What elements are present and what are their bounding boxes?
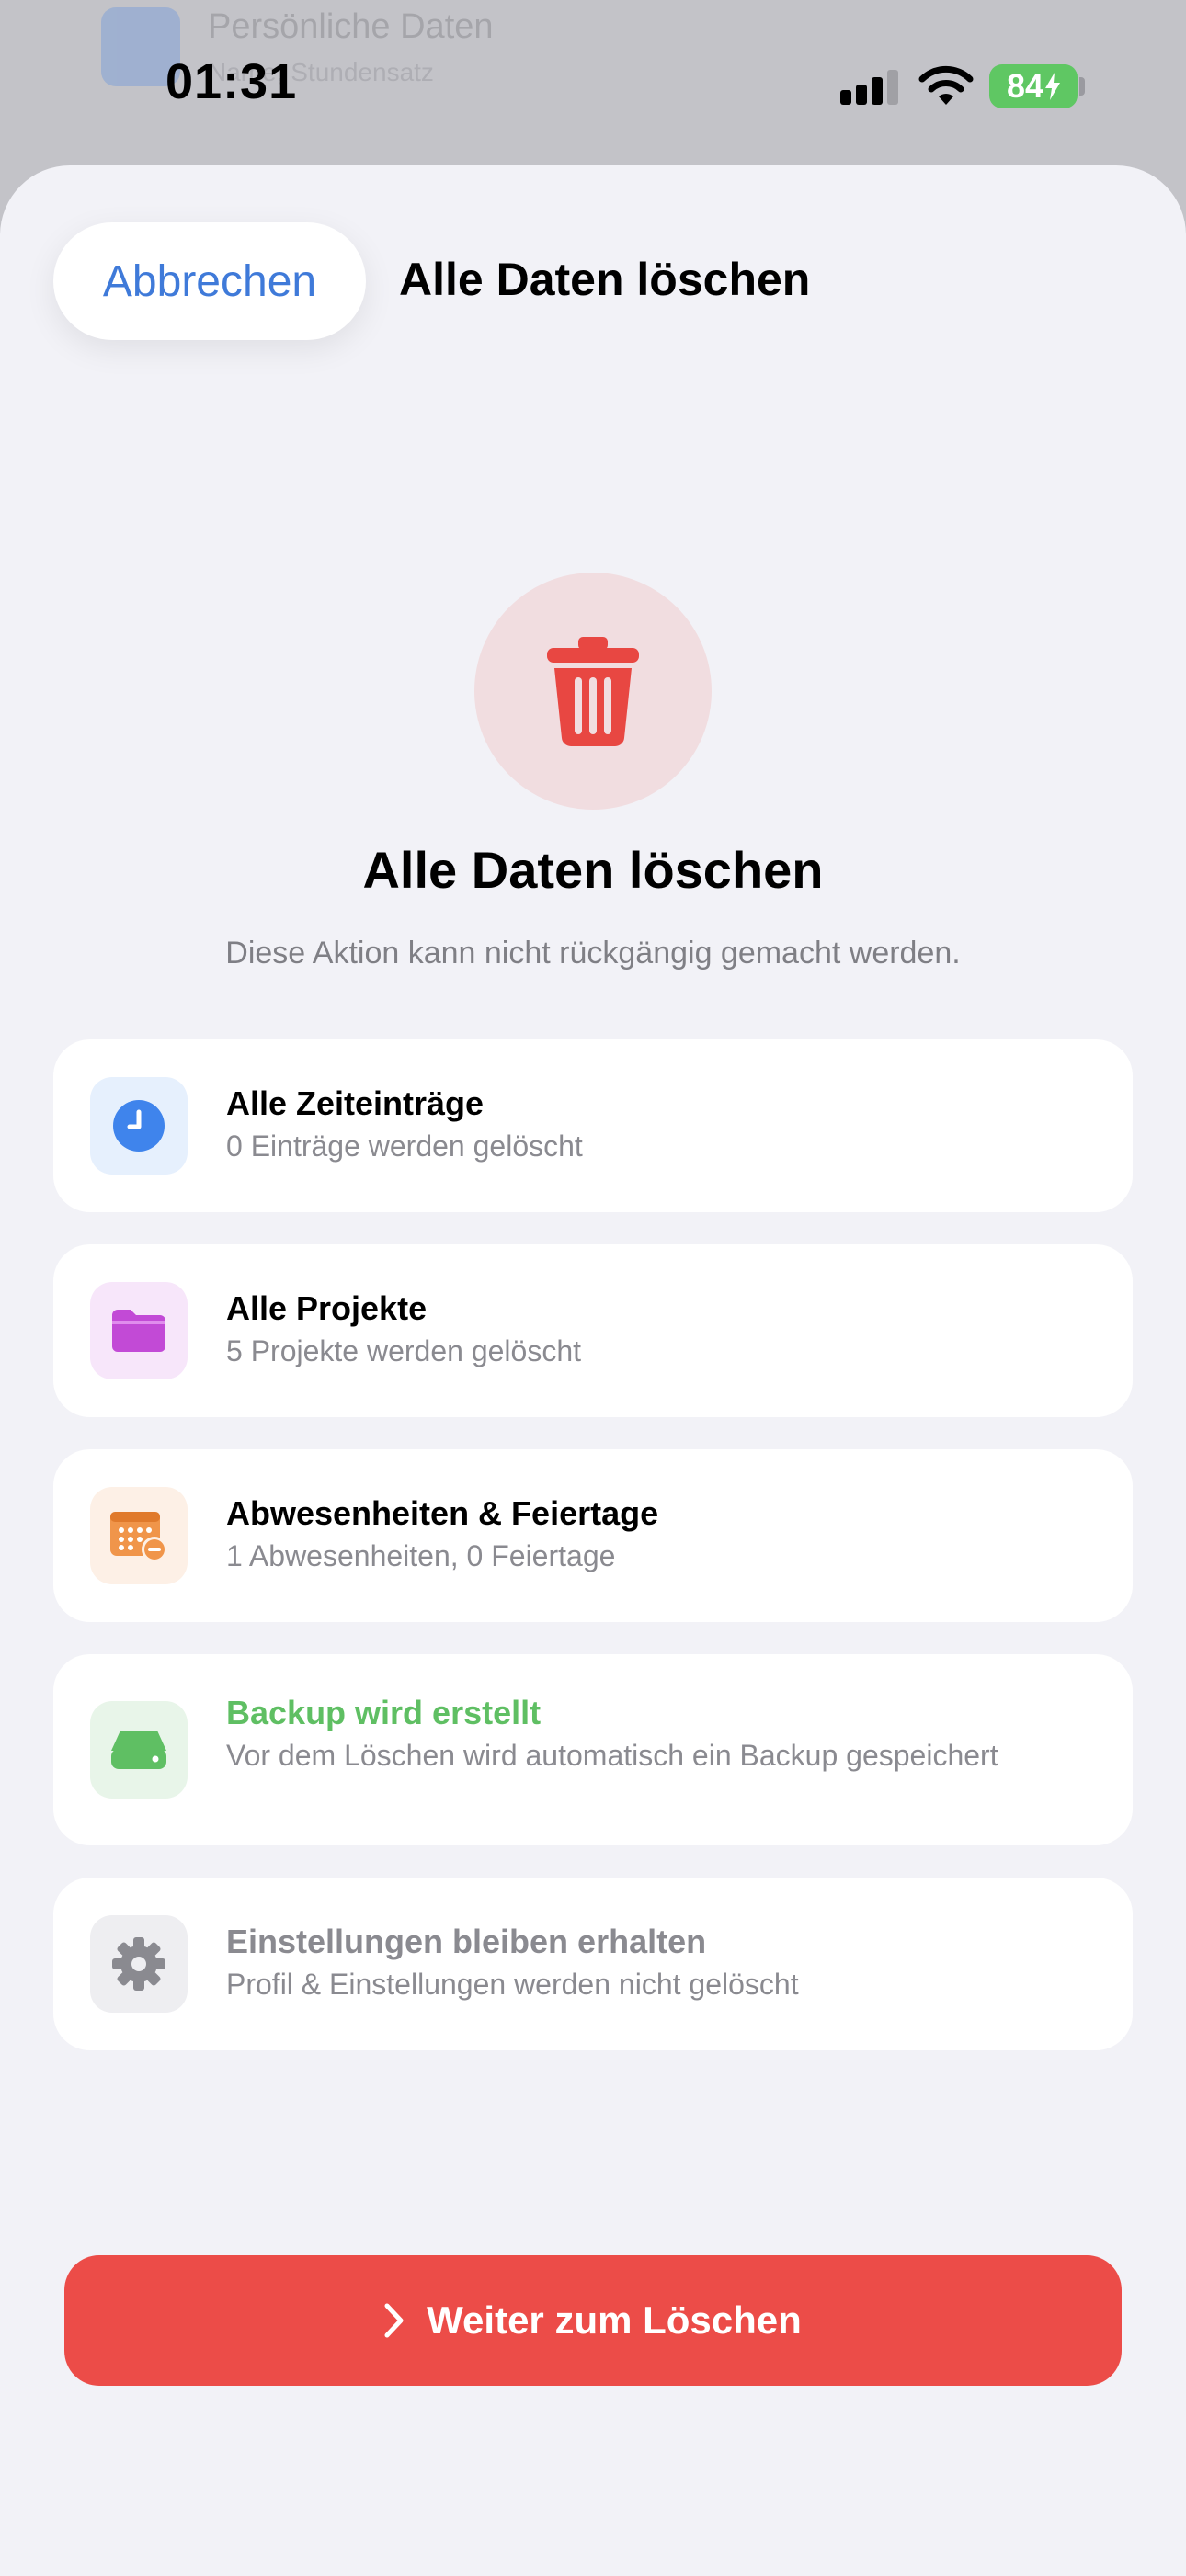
item-icon-box [90, 1282, 188, 1379]
item-card-backup: Backup wird erstellt Vor dem Löschen wir… [53, 1654, 1133, 1845]
item-subtitle: Profil & Einstellungen werden nicht gelö… [226, 1968, 799, 2001]
clock-icon [113, 1100, 165, 1152]
item-subtitle: Vor dem Löschen wird automatisch ein Bac… [226, 1739, 998, 1772]
drive-icon [111, 1731, 166, 1769]
item-card-settings: Einstellungen bleiben erhalten Profil & … [53, 1878, 1133, 2050]
item-icon-box [90, 1077, 188, 1175]
item-title: Alle Projekte [226, 1289, 428, 1327]
item-text: Alle Projekte 5 Projekte werden gelöscht [226, 1288, 1078, 1369]
item-icon-box [90, 1915, 188, 2013]
item-subtitle: 5 Projekte werden gelöscht [226, 1334, 581, 1367]
sheet-title: Alle Daten löschen [399, 254, 811, 305]
folder-icon [112, 1310, 165, 1352]
item-icon-box [90, 1701, 188, 1799]
status-time: 01:31 [165, 54, 298, 109]
item-text: Backup wird erstellt Vor dem Löschen wir… [226, 1693, 1078, 1774]
hero-icon-circle [474, 573, 712, 810]
item-subtitle: 1 Abwesenheiten, 0 Feiertage [226, 1539, 616, 1572]
item-icon-box [90, 1487, 188, 1584]
item-title: Alle Zeiteinträge [226, 1084, 485, 1122]
item-card-absences: Abwesenheiten & Feiertage 1 Abwesenheite… [53, 1449, 1133, 1622]
battery-icon: 84 [989, 64, 1078, 108]
calendar-minus-icon [110, 1512, 167, 1562]
cancel-button[interactable]: Abbrechen [53, 222, 366, 340]
charging-bolt-icon [1045, 73, 1061, 100]
status-bar: 01:31 84 [0, 0, 1186, 165]
item-text: Einstellungen bleiben erhalten Profil & … [226, 1922, 1078, 2003]
item-title: Einstellungen bleiben erhalten [226, 1923, 707, 1960]
battery-tip [1079, 77, 1085, 96]
item-title: Backup wird erstellt [226, 1694, 542, 1731]
trash-icon [547, 637, 639, 747]
delete-sheet: Abbrechen Alle Daten löschen Alle Daten … [0, 165, 1186, 2576]
chevron-right-icon [384, 2303, 404, 2338]
item-title: Abwesenheiten & Feiertage [226, 1494, 659, 1532]
hero-subtitle: Diese Aktion kann nicht rückgängig gemac… [225, 936, 961, 970]
hero-title: Alle Daten löschen [362, 841, 824, 899]
continue-delete-button[interactable]: Weiter zum Löschen [64, 2255, 1122, 2386]
battery-level: 84 [1006, 67, 1044, 105]
wifi-icon [918, 65, 974, 105]
item-subtitle: 0 Einträge werden gelöscht [226, 1129, 583, 1163]
screen: Persönliche Daten Name, Stundensatz 01:3… [0, 0, 1186, 2576]
item-text: Alle Zeiteinträge 0 Einträge werden gelö… [226, 1084, 1078, 1164]
item-card-projects: Alle Projekte 5 Projekte werden gelöscht [53, 1244, 1133, 1417]
item-text: Abwesenheiten & Feiertage 1 Abwesenheite… [226, 1493, 1078, 1574]
continue-delete-label: Weiter zum Löschen [427, 2298, 802, 2342]
gear-icon [112, 1937, 165, 1991]
cellular-signal-icon [840, 70, 898, 105]
item-card-time-entries: Alle Zeiteinträge 0 Einträge werden gelö… [53, 1039, 1133, 1212]
